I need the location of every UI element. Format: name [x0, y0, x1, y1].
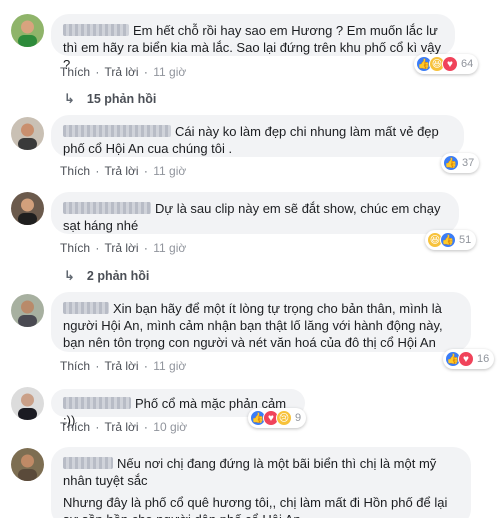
reply-arrow-icon: ↳: [64, 268, 75, 283]
comment-bubble: Dự là sau clip này em sẽ đắt show, chúc …: [51, 192, 459, 234]
comment-bubble: Cái này ko làm đẹp chi nhung làm mất vẻ …: [51, 115, 464, 157]
author-name-redacted[interactable]: [63, 457, 113, 469]
view-replies-link[interactable]: ↳ 15 phản hồi: [64, 91, 156, 107]
comment-1: Em hết chỗ rồi hay sao em Hương ? Em muố…: [0, 0, 498, 112]
timestamp[interactable]: 11 giờ: [153, 241, 186, 255]
like-icon: 👍: [440, 232, 456, 248]
author-name-redacted[interactable]: [63, 397, 131, 409]
comment-actions: Thích · Trả lời · 11 giờ: [60, 241, 187, 255]
reaction-summary[interactable]: 👍 37: [441, 153, 480, 173]
love-icon: ♥: [458, 351, 474, 367]
avatar[interactable]: [11, 448, 44, 481]
comment-actions: Thích · Trả lời · 11 giờ: [60, 164, 187, 178]
sad-icon: 😢: [276, 410, 292, 426]
timestamp[interactable]: 11 giờ: [153, 164, 186, 178]
comment-actions: Thích · Trả lời · 10 giờ: [60, 420, 188, 434]
like-icon: 👍: [443, 155, 459, 171]
reaction-summary[interactable]: 😆 👍 51: [425, 230, 477, 250]
love-icon: ♥: [442, 56, 458, 72]
like-link[interactable]: Thích: [60, 164, 90, 178]
comment-bubble: Xin bạn hãy để một ít lòng tự trọng cho …: [51, 292, 471, 352]
reaction-summary[interactable]: 👍 ♥ 😢 9: [248, 408, 307, 428]
reply-link[interactable]: Trả lời: [104, 241, 138, 255]
reaction-count: 9: [295, 412, 302, 424]
reaction-count: 51: [459, 234, 472, 246]
avatar[interactable]: [11, 192, 44, 225]
timestamp[interactable]: 10 giờ: [153, 420, 187, 434]
reaction-count: 37: [462, 157, 475, 169]
replies-count: 15 phản hồi: [86, 92, 157, 106]
comment-2: Cái này ko làm đẹp chi nhung làm mất vẻ …: [0, 112, 498, 186]
timestamp[interactable]: 11 giờ: [153, 65, 186, 79]
author-name-redacted[interactable]: [63, 24, 129, 36]
author-name-redacted[interactable]: [63, 202, 151, 214]
author-name-redacted[interactable]: [63, 302, 109, 314]
replies-count: 2 phản hồi: [86, 269, 150, 283]
like-link[interactable]: Thích: [60, 420, 90, 434]
comment-6: Nếu nơi chị đang đứng là một bãi biển th…: [0, 440, 498, 518]
comment-bubble: Em hết chỗ rồi hay sao em Hương ? Em muố…: [51, 14, 455, 72]
reaction-count: 64: [461, 58, 474, 70]
comment-3: Dự là sau clip này em sẽ đắt show, chúc …: [0, 186, 498, 290]
reaction-count: 16: [477, 353, 490, 365]
reply-link[interactable]: Trả lời: [104, 420, 138, 434]
reply-link[interactable]: Trả lời: [104, 359, 138, 373]
comment-bubble: Nếu nơi chị đang đứng là một bãi biển th…: [51, 447, 471, 518]
view-replies-link[interactable]: ↳ 2 phản hồi: [64, 268, 149, 284]
reaction-summary[interactable]: 👍 😆 ♥ 64: [414, 54, 479, 74]
avatar[interactable]: [11, 294, 44, 327]
avatar[interactable]: [11, 387, 44, 420]
avatar[interactable]: [11, 117, 44, 150]
comment-5: Phố cổ mà mặc phản cảm :)) 👍 ♥ 😢 9 Thích…: [0, 382, 498, 440]
reply-link[interactable]: Trả lời: [104, 164, 138, 178]
reply-arrow-icon: ↳: [64, 91, 75, 106]
comment-actions: Thích · Trả lời · 11 giờ: [60, 65, 187, 79]
comment-text-line-2: Nhưng đây là phố cổ quê hương tôi,, chị …: [63, 495, 448, 518]
like-link[interactable]: Thích: [60, 359, 90, 373]
avatar[interactable]: [11, 14, 44, 47]
like-link[interactable]: Thích: [60, 65, 90, 79]
reaction-summary[interactable]: 👍 ♥ 16: [443, 349, 495, 369]
comment-text-line-1: Nếu nơi chị đang đứng là một bãi biển th…: [63, 456, 437, 488]
reply-link[interactable]: Trả lời: [104, 65, 138, 79]
like-link[interactable]: Thích: [60, 241, 90, 255]
timestamp[interactable]: 11 giờ: [153, 359, 186, 373]
author-name-redacted[interactable]: [63, 125, 171, 137]
comment-text: Xin bạn hãy để một ít lòng tự trọng cho …: [63, 301, 443, 350]
comment-4: Xin bạn hãy để một ít lòng tự trọng cho …: [0, 290, 498, 382]
comment-actions: Thích · Trả lời · 11 giờ: [60, 359, 187, 373]
